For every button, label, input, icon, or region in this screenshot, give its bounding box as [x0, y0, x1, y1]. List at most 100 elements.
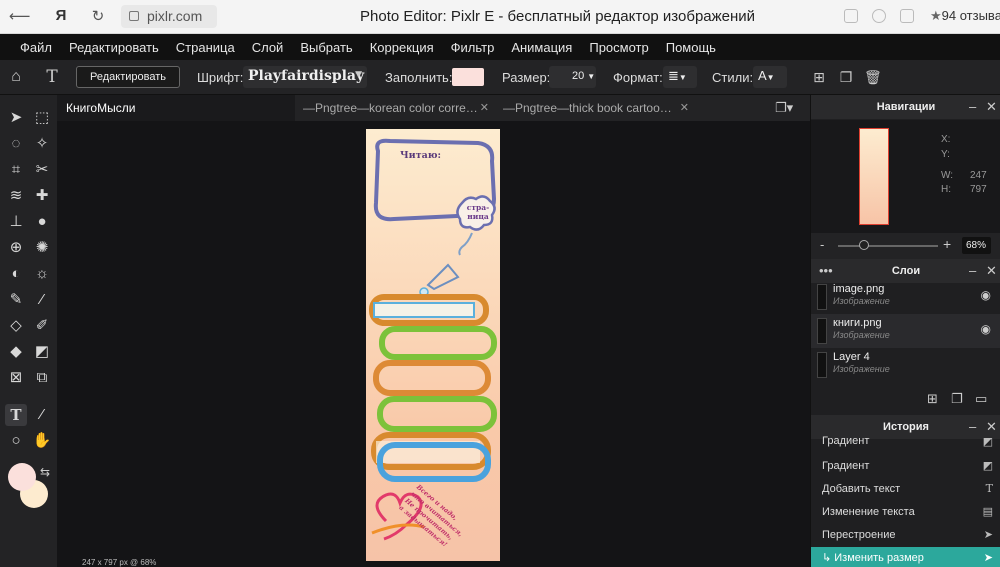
- duplicate-layer-icon[interactable]: ❐: [951, 391, 963, 407]
- eye-icon[interactable]: ◉: [981, 288, 991, 302]
- gradient-tool-icon[interactable]: ◩: [31, 341, 53, 363]
- font-select[interactable]: Playfairdisplay ▼: [243, 66, 367, 88]
- options-toolbar: ⌂ T Редактировать Шрифт: Playfairdisplay…: [0, 60, 1000, 95]
- menu-filter[interactable]: Фильтр: [451, 40, 495, 55]
- zoom-slider[interactable]: [838, 245, 938, 247]
- size-select[interactable]: 20 ▼: [549, 66, 596, 88]
- history-item[interactable]: Перестроение ➤: [811, 524, 1000, 547]
- menu-animation[interactable]: Анимация: [511, 40, 572, 55]
- primary-color-swatch[interactable]: [8, 463, 36, 491]
- menu-edit[interactable]: Редактировать: [69, 40, 159, 55]
- history-item-selected[interactable]: ↳ Изменить размер ➤: [811, 547, 1000, 567]
- shape-tool-icon[interactable]: ⊠: [5, 367, 27, 389]
- address-bar[interactable]: pixlr.com: [121, 5, 217, 28]
- marquee-tool-icon[interactable]: ⬚: [31, 107, 53, 129]
- clone-tool-icon[interactable]: ⊥: [5, 211, 27, 233]
- window-arrange-icon[interactable]: ❐▾: [775, 100, 793, 116]
- minimize-icon[interactable]: –: [969, 263, 976, 278]
- zoom-out-icon[interactable]: -: [820, 237, 824, 252]
- lasso-tool-icon[interactable]: ◌: [5, 133, 27, 155]
- arrange-tool-icon[interactable]: ➤: [5, 107, 27, 129]
- tab-pngtree-thick-book[interactable]: —Pngtree—thick book cartoo… ✕: [495, 95, 695, 121]
- drop-tool-icon[interactable]: ●: [31, 211, 53, 233]
- page-label[interactable]: стра-ница: [460, 203, 496, 221]
- hand-tool-icon[interactable]: ✋: [31, 430, 53, 452]
- history-item[interactable]: Добавить текст T: [811, 478, 1000, 501]
- close-icon[interactable]: ✕: [480, 101, 489, 114]
- globe-tool-icon[interactable]: ⊕: [5, 237, 27, 259]
- fill-tool-icon[interactable]: ◆: [5, 341, 27, 363]
- reviews-link[interactable]: ★94 отзыва: [930, 8, 1000, 24]
- menu-help[interactable]: Помощь: [666, 40, 716, 55]
- close-icon[interactable]: ✕: [986, 419, 997, 435]
- history-label: Перестроение: [822, 529, 896, 541]
- navigator-thumbnail[interactable]: [859, 128, 889, 225]
- home-icon[interactable]: ⌂: [8, 69, 24, 85]
- replace-color-tool-icon[interactable]: ✐: [31, 315, 53, 337]
- sun-tool-icon[interactable]: ☼: [31, 263, 53, 285]
- yandex-icon[interactable]: Я: [51, 7, 71, 24]
- menu-layer[interactable]: Слой: [252, 40, 284, 55]
- pen-tool-icon[interactable]: ✎: [5, 289, 27, 311]
- minimize-icon[interactable]: –: [969, 99, 976, 114]
- edit-text-button[interactable]: Редактировать: [76, 66, 180, 88]
- menu-view[interactable]: Просмотр: [589, 40, 648, 55]
- minimize-icon[interactable]: –: [969, 419, 976, 434]
- menu-adjust[interactable]: Коррекция: [370, 40, 434, 55]
- reading-label[interactable]: Читаю:: [400, 150, 441, 161]
- add-icon[interactable]: ⊞: [811, 69, 827, 85]
- reload-icon[interactable]: ↻: [88, 7, 108, 25]
- extension-icon[interactable]: [900, 9, 914, 23]
- duplicate-icon[interactable]: ❐: [838, 69, 854, 85]
- eyedropper-tool-icon[interactable]: ⁄: [31, 404, 53, 426]
- history-item[interactable]: Изменение текста ▤: [811, 501, 1000, 524]
- history-item[interactable]: Градиент ◩: [811, 435, 1000, 451]
- more-icon[interactable]: •••: [819, 263, 833, 278]
- swap-colors-icon[interactable]: ⇆: [40, 465, 50, 479]
- back-arrow-icon[interactable]: ⟵: [9, 7, 31, 25]
- heal-tool-icon[interactable]: ✚: [31, 185, 53, 207]
- add-layer-icon[interactable]: ⊞: [927, 391, 938, 407]
- delete-layer-icon[interactable]: ▭: [975, 391, 987, 407]
- history-label: Добавить текст: [822, 483, 901, 495]
- tools-panel: ➤ ⬚ ◌ ✧ ⌗ ✂ ≋ ✚ ⊥ ● ⊕ ✺ ◐ ☼ ✎ ⁄ ◇ ✐ ◆ ◩ …: [0, 95, 57, 567]
- cutout-tool-icon[interactable]: ✂: [31, 159, 53, 181]
- dodge-tool-icon[interactable]: ◐: [5, 263, 27, 285]
- menu-select[interactable]: Выбрать: [300, 40, 352, 55]
- fill-color-swatch[interactable]: [452, 68, 484, 86]
- format-select[interactable]: ≣▼: [663, 66, 697, 88]
- chevron-down-icon: ▼: [678, 73, 687, 82]
- eye-icon[interactable]: ◉: [981, 322, 991, 336]
- wand-tool-icon[interactable]: ✧: [31, 133, 53, 155]
- zoom-tool-icon[interactable]: ○: [5, 430, 27, 452]
- close-icon[interactable]: ✕: [986, 263, 997, 279]
- liquify-tool-icon[interactable]: ≋: [5, 185, 27, 207]
- document-canvas[interactable]: Читаю: стра-ница Всего и надо, что вчита…: [366, 129, 500, 561]
- search-icon[interactable]: [872, 9, 886, 23]
- zoom-in-icon[interactable]: +: [943, 236, 951, 252]
- styles-select[interactable]: A▼: [753, 66, 787, 88]
- tab-icon[interactable]: [844, 9, 858, 23]
- close-icon[interactable]: ✕: [680, 101, 689, 114]
- layers-shape-tool-icon[interactable]: ⧉: [31, 367, 53, 389]
- layer-item[interactable]: Layer 4 Изображение: [811, 348, 1000, 382]
- canvas-area[interactable]: Читаю: стра-ница Всего и надо, что вчита…: [57, 121, 810, 567]
- zoom-slider-handle[interactable]: [859, 240, 869, 250]
- text-tool-icon[interactable]: T: [5, 404, 27, 426]
- history-label: Градиент: [822, 435, 870, 447]
- menu-page[interactable]: Страница: [176, 40, 235, 55]
- history-item[interactable]: Градиент ◩: [811, 455, 1000, 478]
- eraser-tool-icon[interactable]: ◇: [5, 315, 27, 337]
- layer-item[interactable]: image.png Изображение ◉: [811, 280, 1000, 314]
- close-icon[interactable]: ✕: [986, 99, 997, 115]
- crop-tool-icon[interactable]: ⌗: [5, 159, 27, 181]
- layer-thumbnail: [817, 352, 827, 378]
- layer-item[interactable]: книги.png Изображение ◉: [811, 314, 1000, 348]
- brush-tool-icon[interactable]: ⁄: [31, 289, 53, 311]
- trash-icon[interactable]: 🗑︎: [864, 69, 882, 85]
- menu-file[interactable]: Файл: [20, 40, 52, 55]
- tab-pngtree-korean[interactable]: —Pngtree—korean color corre… ✕: [295, 95, 495, 121]
- tab-knigomysli[interactable]: КнигоМысли: [57, 95, 295, 121]
- sponge-tool-icon[interactable]: ✺: [31, 237, 53, 259]
- zoom-input[interactable]: 68%: [962, 237, 991, 254]
